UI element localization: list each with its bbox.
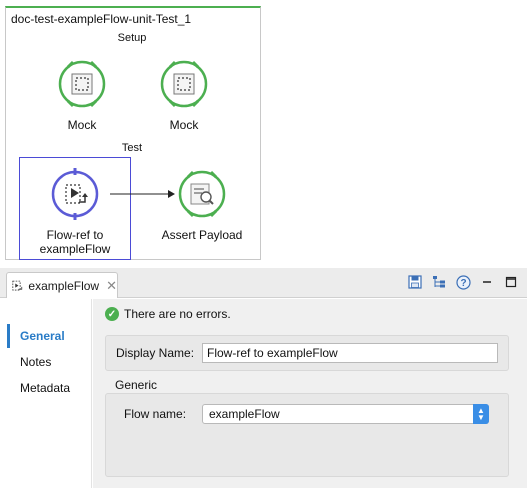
save-icon[interactable] — [407, 274, 423, 290]
node-caption: Assert Payload — [161, 228, 243, 242]
generic-group-title: Generic — [115, 378, 158, 392]
check-icon: ✓ — [105, 307, 119, 321]
svg-text:?: ? — [460, 278, 466, 289]
properties-nav: General Notes Metadata — [0, 299, 92, 488]
generic-group: Flow name: exampleFlow ▲ ▼ — [105, 393, 509, 477]
display-name-group: Display Name: — [105, 335, 509, 371]
mock-icon — [158, 58, 210, 110]
properties-tabbar: exampleFlow ✕ ? — [0, 268, 527, 298]
assert-payload-processor[interactable]: Assert Payload — [152, 168, 252, 242]
flow-name-value: exampleFlow — [209, 407, 280, 421]
close-icon[interactable]: ✕ — [106, 278, 117, 294]
display-name-label: Display Name: — [116, 346, 195, 360]
flow-name-select[interactable]: exampleFlow ▲ ▼ — [202, 404, 489, 424]
flow-ref-icon — [49, 168, 101, 220]
validation-status: ✓ There are no errors. — [105, 307, 231, 321]
status-text: There are no errors. — [124, 307, 231, 321]
help-icon[interactable]: ? — [455, 274, 471, 290]
nav-active-indicator — [7, 324, 10, 348]
tab-label: exampleFlow — [28, 278, 100, 293]
flow-canvas[interactable]: doc-test-exampleFlow-unit-Test_1 Setup M… — [5, 6, 261, 260]
setup-section-label: Setup — [117, 32, 147, 44]
node-caption: Mock — [67, 118, 97, 132]
flow-ref-icon — [12, 280, 23, 290]
mock-icon — [56, 58, 108, 110]
nav-notes[interactable]: Notes — [20, 355, 51, 369]
properties-content: ✓ There are no errors. Display Name: Gen… — [93, 299, 527, 488]
nav-metadata[interactable]: Metadata — [20, 381, 70, 395]
display-name-input[interactable] — [202, 343, 498, 363]
mock-processor-2[interactable]: Mock — [134, 58, 234, 132]
tab-exampleflow[interactable]: exampleFlow ✕ — [6, 272, 118, 298]
flow-ref-processor[interactable]: Flow-ref to exampleFlow — [19, 157, 131, 260]
test-section-label: Test — [121, 142, 143, 154]
flow-name-label: Flow name: — [124, 407, 187, 421]
flow-title: doc-test-exampleFlow-unit-Test_1 — [11, 12, 192, 26]
maximize-icon[interactable] — [503, 274, 519, 290]
node-caption: Mock — [169, 118, 199, 132]
mock-processor-1[interactable]: Mock — [32, 58, 132, 132]
chevron-updown-icon: ▲ ▼ — [473, 404, 489, 424]
assert-icon — [176, 168, 228, 220]
tree-icon[interactable] — [431, 274, 447, 290]
node-caption: Flow-ref to exampleFlow — [39, 228, 111, 256]
nav-general[interactable]: General — [20, 329, 65, 343]
minimize-icon[interactable] — [479, 274, 495, 290]
